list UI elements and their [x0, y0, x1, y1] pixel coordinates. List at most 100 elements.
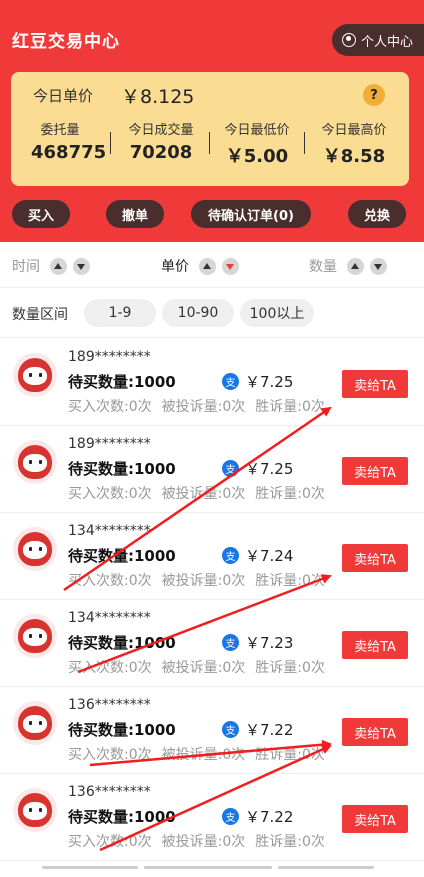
order-price: ￥7.23 — [245, 634, 294, 652]
divider — [110, 132, 111, 154]
avatar — [13, 614, 57, 658]
buy-order-list: 189******** 待买数量:1000 支 ￥7.25 买入次数:0次 被投诉量:0次… — [0, 339, 424, 861]
want-quantity: 待买数量:1000 — [68, 808, 176, 826]
range-chip-10-90[interactable]: 10-90 — [162, 299, 234, 327]
range-chip-100-plus[interactable]: 100以上 — [240, 299, 314, 327]
win-count: 胜诉量:0次 — [255, 660, 325, 676]
order-price: ￥7.22 — [245, 808, 294, 826]
order-meta: 买入次数:0次 被投诉量:0次 胜诉量:0次 — [68, 483, 335, 503]
list-item: 189******** 待买数量:1000 支 ￥7.25 买入次数:0次 被投诉量:0次… — [0, 339, 424, 426]
buy-count: 买入次数:0次 — [68, 660, 152, 676]
today-price-label: 今日单价 — [33, 87, 94, 105]
sort-asc-icon[interactable] — [50, 257, 67, 275]
cancel-order-button[interactable]: 撤单 — [106, 200, 164, 228]
stat-label: 委托量 — [40, 123, 80, 138]
stat-volume: 今日成交量 70208 — [119, 119, 203, 163]
order-meta: 买入次数:0次 被投诉量:0次 胜诉量:0次 — [68, 657, 335, 677]
stat-label: 今日最低价 — [224, 123, 290, 138]
profile-button[interactable]: 个人中心 — [332, 24, 424, 56]
alipay-icon: 支 — [222, 547, 239, 564]
order-price: ￥7.25 — [245, 373, 294, 391]
complaint-count: 被投诉量:0次 — [161, 747, 246, 763]
sort-price[interactable]: 单价 — [161, 256, 239, 276]
stat-orders: 委托量 468775 — [31, 119, 107, 163]
app-title: 红豆交易中心 — [12, 32, 120, 52]
avatar — [13, 701, 57, 745]
market-summary-card: 今日单价 ￥8.125 ? 委托量 468775 今日成交量 70208 今日最… — [11, 72, 409, 186]
today-price-value: ￥8.125 — [121, 86, 195, 108]
win-count: 胜诉量:0次 — [255, 486, 325, 502]
buy-count: 买入次数:0次 — [68, 834, 152, 850]
divider — [209, 132, 210, 154]
order-price: ￥7.25 — [245, 460, 294, 478]
buy-count: 买入次数:0次 — [68, 399, 152, 415]
buy-count: 买入次数:0次 — [68, 747, 152, 763]
pending-orders-button[interactable]: 待确认订单(0) — [191, 200, 311, 228]
complaint-count: 被投诉量:0次 — [161, 834, 246, 850]
sell-to-button[interactable]: 卖给TA — [342, 631, 408, 659]
range-chip-1-9[interactable]: 1-9 — [84, 299, 156, 327]
buy-count: 买入次数:0次 — [68, 486, 152, 502]
sort-desc-icon[interactable] — [370, 257, 387, 275]
profile-label: 个人中心 — [361, 34, 414, 50]
avatar — [13, 353, 57, 397]
sort-time[interactable]: 时间 — [12, 256, 90, 276]
want-quantity: 待买数量:1000 — [68, 721, 176, 739]
sort-time-label: 时间 — [12, 259, 40, 275]
order-price: ￥7.22 — [245, 721, 294, 739]
want-quantity: 待买数量:1000 — [68, 460, 176, 478]
want-quantity: 待买数量:1000 — [68, 547, 176, 565]
sort-quantity[interactable]: 数量 — [309, 256, 387, 276]
order-meta: 买入次数:0次 被投诉量:0次 胜诉量:0次 — [68, 831, 335, 851]
quantity-range-bar: 数量区间 1-9 10-90 100以上 — [0, 288, 424, 338]
list-item: 134******** 待买数量:1000 支 ￥7.23 买入次数:0次 被投诉量:0次… — [0, 600, 424, 687]
user-phone: 189******** — [68, 436, 151, 452]
sell-to-button[interactable]: 卖给TA — [342, 457, 408, 485]
order-meta: 买入次数:0次 被投诉量:0次 胜诉量:0次 — [68, 744, 335, 764]
buy-button[interactable]: 买入 — [12, 200, 70, 228]
sort-desc-icon[interactable] — [73, 257, 90, 275]
order-price: ￥7.24 — [245, 547, 294, 565]
user-phone: 136******** — [68, 697, 151, 713]
exchange-button[interactable]: 兑换 — [348, 200, 406, 228]
sell-to-button[interactable]: 卖给TA — [342, 370, 408, 398]
stat-value: ￥8.58 — [322, 146, 386, 167]
sell-to-button[interactable]: 卖给TA — [342, 718, 408, 746]
want-quantity: 待买数量:1000 — [68, 634, 176, 652]
sort-price-label: 单价 — [161, 259, 189, 275]
list-item: 136******** 待买数量:1000 支 ￥7.22 买入次数:0次 被投诉量:0次… — [0, 687, 424, 774]
user-phone: 134******** — [68, 523, 151, 539]
help-icon[interactable]: ? — [363, 84, 385, 106]
sort-asc-icon[interactable] — [199, 257, 216, 275]
range-label: 数量区间 — [12, 307, 68, 323]
win-count: 胜诉量:0次 — [255, 747, 325, 763]
complaint-count: 被投诉量:0次 — [161, 660, 246, 676]
sort-desc-icon-active[interactable] — [222, 257, 239, 275]
alipay-icon: 支 — [222, 634, 239, 651]
user-phone: 134******** — [68, 610, 151, 626]
alipay-icon: 支 — [222, 460, 239, 477]
avatar — [13, 527, 57, 571]
stat-value: ￥5.00 — [225, 146, 289, 167]
order-meta: 买入次数:0次 被投诉量:0次 胜诉量:0次 — [68, 570, 335, 590]
alipay-icon: 支 — [222, 721, 239, 738]
alipay-icon: 支 — [222, 808, 239, 825]
list-item: 189******** 待买数量:1000 支 ￥7.25 买入次数:0次 被投诉量:0次… — [0, 426, 424, 513]
sort-asc-icon[interactable] — [347, 257, 364, 275]
stat-value: 468775 — [31, 142, 107, 163]
buy-count: 买入次数:0次 — [68, 573, 152, 589]
user-icon — [342, 33, 356, 47]
list-item: 134******** 待买数量:1000 支 ￥7.24 买入次数:0次 被投诉量:0次… — [0, 513, 424, 600]
sell-to-button[interactable]: 卖给TA — [342, 805, 408, 833]
header-banner: 红豆交易中心 个人中心 今日单价 ￥8.125 ? 委托量 468775 今日成… — [0, 0, 424, 242]
list-item: 136******** 待买数量:1000 支 ￥7.22 买入次数:0次 被投诉量:0次… — [0, 774, 424, 861]
avatar — [13, 440, 57, 484]
alipay-icon: 支 — [222, 373, 239, 390]
stat-low: 今日最低价 ￥5.00 — [215, 119, 299, 168]
complaint-count: 被投诉量:0次 — [161, 573, 246, 589]
user-phone: 189******** — [68, 349, 151, 365]
order-meta: 买入次数:0次 被投诉量:0次 胜诉量:0次 — [68, 396, 335, 416]
avatar — [13, 788, 57, 832]
complaint-count: 被投诉量:0次 — [161, 399, 246, 415]
sell-to-button[interactable]: 卖给TA — [342, 544, 408, 572]
